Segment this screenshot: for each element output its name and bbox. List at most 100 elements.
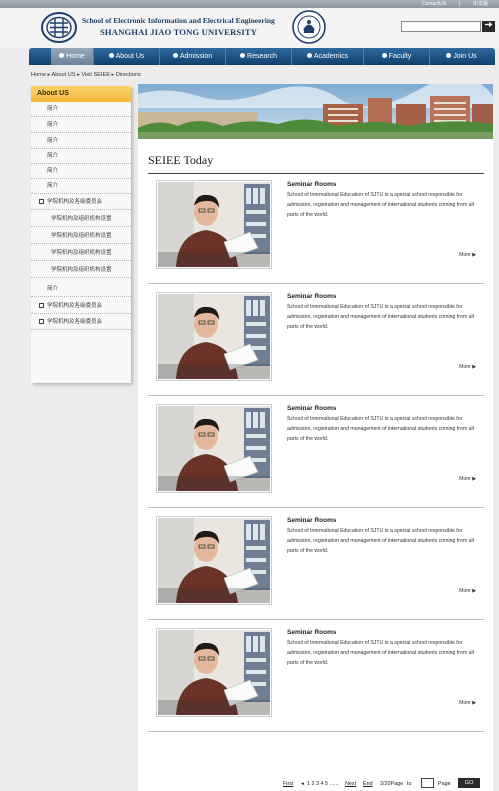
sidebar-item-label: 学院机构及组织机构设置 bbox=[51, 233, 112, 239]
language-switch-link[interactable]: 中文版 bbox=[473, 0, 488, 8]
breadcrumb-item[interactable]: Visit SEIEE bbox=[81, 72, 110, 78]
page-title: SEIEE Today bbox=[148, 153, 214, 167]
campus-banner-image bbox=[138, 84, 493, 139]
pagination-first-link[interactable]: First bbox=[283, 781, 293, 787]
expand-box-icon bbox=[39, 303, 44, 308]
news-photo[interactable] bbox=[156, 628, 272, 717]
sidebar-item[interactable]: 学院机构及组织机构设置 bbox=[31, 246, 131, 261]
nav-home[interactable]: Home bbox=[51, 48, 93, 65]
pagination-prev-icon[interactable]: ◂ bbox=[301, 781, 304, 787]
sidebar-item[interactable]: 简介 bbox=[31, 164, 131, 179]
sidebar-item[interactable]: 学院机构及组织机构设置 bbox=[31, 229, 131, 244]
sidebar-item-label: 学院机构及各级委员会 bbox=[47, 303, 103, 309]
sidebar-item-label: 简介 bbox=[47, 138, 59, 144]
nav-join-us-label: Join Us bbox=[453, 53, 477, 60]
more-label: More bbox=[459, 588, 471, 594]
news-title[interactable]: Seminar Rooms bbox=[287, 517, 337, 524]
sidebar: About US 简介 简介 简介 简介 简介 简介 学院机构及各级委员会 学院机构及组织机构… bbox=[31, 86, 131, 383]
news-description: School of International Education of SJT… bbox=[287, 416, 474, 442]
news-item: Seminar Rooms School of International Edu… bbox=[148, 174, 484, 284]
sidebar-item-label: 简介 bbox=[47, 106, 59, 112]
triangle-right-icon: ▶ bbox=[472, 700, 477, 706]
sidebar-item[interactable]: 学院机构及组织机构设置 bbox=[31, 263, 131, 278]
bullet-icon bbox=[59, 53, 65, 58]
news-title[interactable]: Seminar Rooms bbox=[287, 293, 337, 300]
news-title[interactable]: Seminar Rooms bbox=[287, 181, 337, 188]
nav-research-label: Research bbox=[247, 53, 277, 60]
news-photo[interactable] bbox=[156, 292, 272, 381]
expand-box-icon bbox=[39, 199, 44, 204]
triangle-right-icon: ▶ bbox=[472, 252, 477, 258]
news-description: School of International Education of SJT… bbox=[287, 640, 474, 666]
news-item: Seminar Rooms School of International Edu… bbox=[148, 510, 484, 620]
sidebar-item[interactable]: 简介 bbox=[31, 179, 131, 194]
triangle-right-icon: ▶ bbox=[472, 364, 477, 370]
seiee-logo[interactable] bbox=[41, 12, 77, 43]
pagination: First ◂ 1 2 3 4 5 ...... Next End 2/20Pa… bbox=[145, 778, 485, 789]
expand-box-icon bbox=[39, 319, 44, 324]
news-description: School of International Education of SJT… bbox=[287, 192, 474, 218]
sidebar-item[interactable]: 学院机构及各级委员会 bbox=[31, 195, 131, 210]
nav-faculty[interactable]: Faculty bbox=[363, 48, 429, 65]
search-box bbox=[401, 21, 495, 32]
sidebar-item-label: 学院机构及各级委员会 bbox=[47, 199, 103, 205]
sidebar-item[interactable]: 学院机构及各级委员会 bbox=[31, 315, 131, 330]
pagination-page-input[interactable] bbox=[421, 778, 434, 788]
bullet-icon bbox=[240, 53, 246, 58]
bullet-icon bbox=[381, 53, 387, 58]
nav-academics[interactable]: Academics bbox=[291, 48, 363, 65]
more-link[interactable]: More ▶ bbox=[459, 588, 476, 594]
sidebar-item[interactable]: 简介 bbox=[31, 149, 131, 164]
sidebar-item-label: 简介 bbox=[47, 168, 59, 174]
triangle-right-icon: ▶ bbox=[472, 476, 477, 482]
breadcrumb-separator: ▸ bbox=[111, 72, 115, 78]
site-header: School of Electronic Information and Ele… bbox=[0, 8, 499, 48]
nav-about-us[interactable]: About Us bbox=[93, 48, 159, 65]
search-input[interactable] bbox=[401, 21, 481, 32]
more-link[interactable]: More ▶ bbox=[459, 252, 476, 258]
nav-admission-label: Admission bbox=[179, 53, 213, 60]
breadcrumb-item[interactable]: About US bbox=[52, 72, 76, 78]
more-link[interactable]: More ▶ bbox=[459, 364, 476, 370]
more-link[interactable]: More ▶ bbox=[459, 476, 476, 482]
sidebar-item-label: 学院机构及各级委员会 bbox=[47, 319, 103, 325]
sidebar-item[interactable]: 简介 bbox=[31, 282, 131, 297]
nav-join-us[interactable]: Join Us bbox=[429, 48, 493, 65]
sidebar-item-label: 学院机构及组织机构设置 bbox=[51, 216, 112, 222]
breadcrumb-item[interactable]: Directions bbox=[116, 72, 141, 78]
news-photo[interactable] bbox=[156, 404, 272, 493]
nav-faculty-label: Faculty bbox=[388, 53, 412, 60]
contact-us-link[interactable]: ContactUS bbox=[422, 0, 446, 8]
bullet-icon bbox=[306, 53, 312, 58]
university-name: SHANGHAI JIAO TONG UNIVERSITY bbox=[100, 27, 258, 37]
more-label: More bbox=[459, 364, 471, 370]
pagination-end-link[interactable]: End bbox=[363, 781, 373, 787]
sidebar-item[interactable]: 学院机构及各级委员会 bbox=[31, 299, 131, 314]
search-button[interactable] bbox=[482, 21, 495, 32]
news-item: Seminar Rooms School of International Edu… bbox=[148, 398, 484, 508]
bullet-icon bbox=[446, 53, 452, 58]
breadcrumb-item[interactable]: Home bbox=[31, 72, 46, 78]
sidebar-item[interactable]: 简介 bbox=[31, 118, 131, 133]
pagination-pages[interactable]: 1 2 3 4 5 ...... bbox=[307, 781, 338, 787]
sidebar-item[interactable]: 简介 bbox=[31, 102, 131, 117]
sidebar-item[interactable]: 学院机构及组织机构设置 bbox=[31, 212, 131, 227]
more-link[interactable]: More ▶ bbox=[459, 700, 476, 706]
more-label: More bbox=[459, 252, 471, 258]
more-label: More bbox=[459, 700, 471, 706]
news-item: Seminar Rooms School of International Edu… bbox=[148, 622, 484, 732]
nav-admission[interactable]: Admission bbox=[159, 48, 225, 65]
nav-academics-label: Academics bbox=[313, 53, 349, 60]
nav-research[interactable]: Research bbox=[225, 48, 291, 65]
main-navigation: Home About Us Admission Research Academi… bbox=[29, 48, 495, 65]
sidebar-item[interactable]: 简介 bbox=[31, 134, 131, 149]
sidebar-item-label: 简介 bbox=[47, 153, 59, 159]
news-photo[interactable] bbox=[156, 180, 272, 269]
main-content: SEIEE Today Seminar Rooms School of Inter… bbox=[138, 84, 493, 791]
news-photo[interactable] bbox=[156, 516, 272, 605]
pagination-next-link[interactable]: Next bbox=[345, 781, 356, 787]
news-title[interactable]: Seminar Rooms bbox=[287, 629, 337, 636]
pagination-go-button[interactable]: GO bbox=[458, 778, 480, 788]
news-title[interactable]: Seminar Rooms bbox=[287, 405, 337, 412]
pagination-page-info: 2/20Page bbox=[380, 781, 404, 787]
